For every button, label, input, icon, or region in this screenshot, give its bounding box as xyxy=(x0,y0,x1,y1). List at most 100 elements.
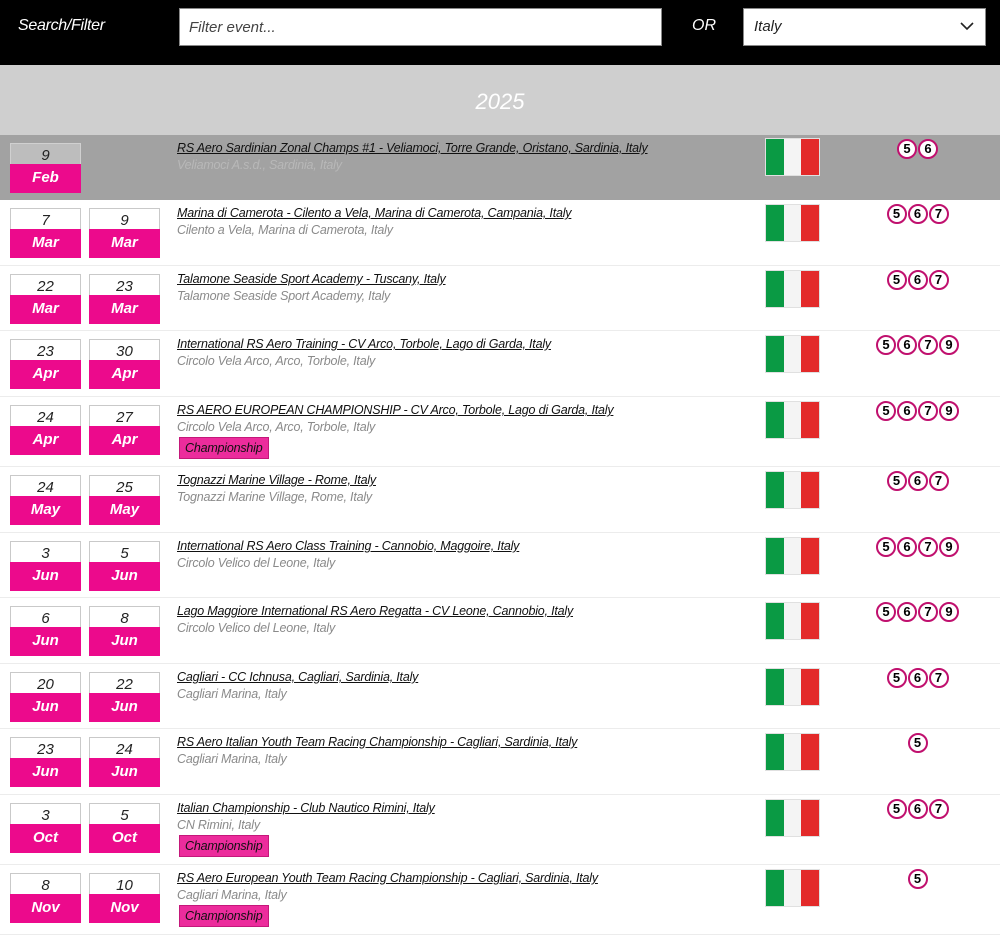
class-rig-icon: 5 xyxy=(876,335,896,355)
event-venue: Circolo Velico del Leone, Italy xyxy=(177,621,336,635)
event-title-link[interactable]: RS Aero Sardinian Zonal Champs #1 - Veli… xyxy=(177,141,648,155)
date-month: May xyxy=(89,496,160,525)
date-day: 9 xyxy=(10,143,81,164)
class-rig-icon: 7 xyxy=(928,471,949,491)
start-date: 3 Oct xyxy=(10,803,81,853)
event-title-link[interactable]: RS Aero Italian Youth Team Racing Champi… xyxy=(177,735,577,749)
start-date: 22 Mar xyxy=(10,274,81,324)
end-date: 8 Jun xyxy=(89,606,160,656)
date-month: Jun xyxy=(10,627,81,656)
event-venue: Tognazzi Marine Village, Rome, Italy xyxy=(177,490,372,504)
event-list: 9 Feb RS Aero Sardinian Zonal Champs #1 - … xyxy=(0,135,1000,935)
event-row: 23 Apr 30 Apr International RS Aero Training… xyxy=(0,331,1000,397)
boat-class-icons: 567 xyxy=(840,204,995,224)
class-rig-icon: 6 xyxy=(897,401,917,421)
date-day: 24 xyxy=(10,475,81,496)
start-date: 23 Apr xyxy=(10,339,81,389)
end-date: 23 Mar xyxy=(89,274,160,324)
year-label: 2025 xyxy=(475,89,525,114)
class-rig-icon: 5 xyxy=(897,139,917,159)
class-rig-icon: 5 xyxy=(886,799,907,819)
date-month: Jun xyxy=(89,693,160,722)
event-title-link[interactable]: Cagliari - CC Ichnusa, Cagliari, Sardini… xyxy=(177,670,418,684)
date-month: Feb xyxy=(10,164,81,193)
class-rig-icon: 5 xyxy=(886,204,907,224)
date-day: 8 xyxy=(10,873,81,894)
date-day: 9 xyxy=(89,208,160,229)
start-date: 6 Jun xyxy=(10,606,81,656)
class-rig-icon: 7 xyxy=(918,537,938,557)
event-row: 20 Jun 22 Jun Cagliari - CC Ichnusa, Cagliar… xyxy=(0,664,1000,729)
date-day: 27 xyxy=(89,405,160,426)
italy-flag-icon xyxy=(766,603,820,639)
boat-class-icons: 567 xyxy=(840,799,995,819)
date-month: Jun xyxy=(10,693,81,722)
start-date: 23 Jun xyxy=(10,737,81,787)
date-month: Jun xyxy=(89,627,160,656)
event-venue: Cagliari Marina, Italy xyxy=(177,752,287,766)
country-select[interactable]: Italy xyxy=(743,8,986,46)
event-venue: Circolo Velico del Leone, Italy xyxy=(177,556,336,570)
class-rig-icon: 6 xyxy=(907,799,928,819)
event-venue: Cilento a Vela, Marina di Camerota, Ital… xyxy=(177,223,393,237)
date-month: Mar xyxy=(10,295,81,324)
end-date: 9 Mar xyxy=(89,208,160,258)
date-day: 6 xyxy=(10,606,81,627)
date-month: May xyxy=(10,496,81,525)
italy-flag-icon xyxy=(766,402,820,438)
boat-class-icons: 567 xyxy=(840,668,995,688)
search-filter-bar: Search/Filter OR Italy xyxy=(0,0,1000,65)
class-rig-icon: 6 xyxy=(907,204,928,224)
date-day: 3 xyxy=(10,803,81,824)
class-rig-icon: 9 xyxy=(939,401,959,421)
italy-flag-icon xyxy=(766,472,820,508)
event-title-link[interactable]: International RS Aero Training - CV Arco… xyxy=(177,337,551,351)
end-date: 5 Oct xyxy=(89,803,160,853)
start-date: 24 Apr xyxy=(10,405,81,455)
end-date: 10 Nov xyxy=(89,873,160,923)
date-day: 5 xyxy=(89,541,160,562)
date-day: 7 xyxy=(10,208,81,229)
date-day: 23 xyxy=(10,339,81,360)
class-rig-icon: 7 xyxy=(918,335,938,355)
event-row: 9 Feb RS Aero Sardinian Zonal Champs #1 - … xyxy=(0,135,1000,200)
event-venue: CN Rimini, Italy xyxy=(177,818,260,832)
date-day: 8 xyxy=(89,606,160,627)
date-day: 10 xyxy=(89,873,160,894)
class-rig-icon: 5 xyxy=(876,401,896,421)
class-rig-icon: 7 xyxy=(928,270,949,290)
event-title-link[interactable]: RS AERO EUROPEAN CHAMPIONSHIP - CV Arco,… xyxy=(177,403,614,417)
end-date: 25 May xyxy=(89,475,160,525)
end-date: 24 Jun xyxy=(89,737,160,787)
date-day: 25 xyxy=(89,475,160,496)
event-title-link[interactable]: International RS Aero Class Training - C… xyxy=(177,539,519,553)
date-day: 24 xyxy=(10,405,81,426)
boat-class-icons: 567 xyxy=(840,270,995,290)
date-day: 23 xyxy=(89,274,160,295)
date-month: Apr xyxy=(89,360,160,389)
class-rig-icon: 9 xyxy=(939,602,959,622)
class-rig-icon: 5 xyxy=(876,537,896,557)
boat-class-icons: 5679 xyxy=(840,401,995,421)
event-venue: Circolo Vela Arco, Arco, Torbole, Italy xyxy=(177,420,376,434)
or-label: OR xyxy=(692,17,716,34)
date-month: Nov xyxy=(10,894,81,923)
event-row: 7 Mar 9 Mar Marina di Camerota - Cilento a V… xyxy=(0,200,1000,266)
boat-class-icons: 5679 xyxy=(840,602,995,622)
event-title-link[interactable]: Talamone Seaside Sport Academy - Tuscany… xyxy=(177,272,446,286)
class-rig-icon: 7 xyxy=(928,204,949,224)
event-title-link[interactable]: Italian Championship - Club Nautico Rimi… xyxy=(177,801,435,815)
date-month: Apr xyxy=(89,426,160,455)
date-month: Apr xyxy=(10,360,81,389)
italy-flag-icon xyxy=(766,205,820,241)
event-title-link[interactable]: Tognazzi Marine Village - Rome, Italy xyxy=(177,473,376,487)
filter-event-input[interactable] xyxy=(179,8,662,46)
boat-class-icons: 5 xyxy=(840,869,995,889)
date-month: Jun xyxy=(89,758,160,787)
event-title-link[interactable]: Lago Maggiore International RS Aero Rega… xyxy=(177,604,573,618)
championship-badge: Championship xyxy=(179,905,269,927)
italy-flag-icon xyxy=(766,870,820,906)
event-title-link[interactable]: RS Aero European Youth Team Racing Champ… xyxy=(177,871,598,885)
event-title-link[interactable]: Marina di Camerota - Cilento a Vela, Mar… xyxy=(177,206,572,220)
date-day: 22 xyxy=(89,672,160,693)
